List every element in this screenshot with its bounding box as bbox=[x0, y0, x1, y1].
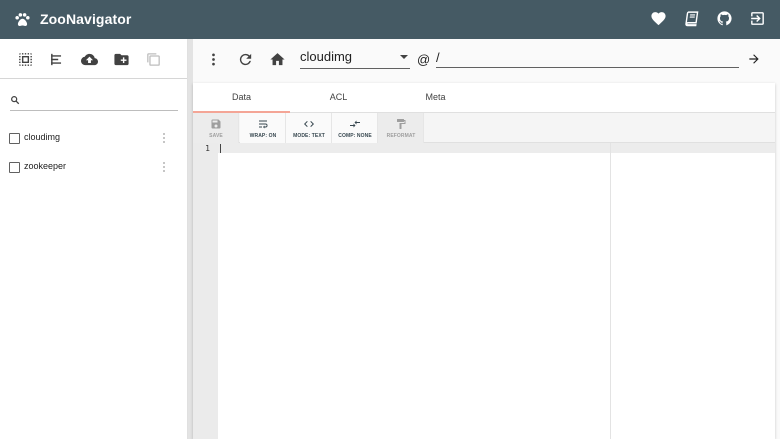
tree-panel: cloudimg zookeeper bbox=[0, 39, 188, 439]
mode-button[interactable]: MODE: TEXT bbox=[286, 113, 332, 143]
more-vert-icon[interactable] bbox=[161, 161, 167, 173]
logout-icon[interactable] bbox=[749, 10, 766, 27]
tab-data[interactable]: Data bbox=[193, 83, 290, 113]
wrap-text-icon bbox=[259, 120, 268, 129]
text-cursor bbox=[220, 144, 221, 153]
reformat-label: REFORMAT bbox=[386, 133, 416, 139]
search-input[interactable] bbox=[26, 91, 176, 109]
new-folder-icon[interactable] bbox=[113, 51, 130, 68]
node-checkbox[interactable] bbox=[9, 133, 20, 144]
mode-label: MODE: TEXT bbox=[293, 133, 325, 139]
at-separator: @ bbox=[417, 52, 431, 67]
heart-icon[interactable] bbox=[650, 10, 667, 27]
copy-icon[interactable] bbox=[145, 51, 162, 68]
node-label[interactable]: cloudimg bbox=[24, 132, 60, 142]
compression-button[interactable]: COMP: NONE bbox=[332, 113, 378, 143]
editor-toolbar: SAVE WRAP: ON MODE: TEXT COMP: NONE REFO… bbox=[193, 113, 775, 143]
search-icon bbox=[11, 96, 20, 105]
compare-arrows-icon bbox=[350, 120, 360, 128]
more-vert-icon[interactable] bbox=[205, 51, 222, 68]
save-icon bbox=[211, 119, 221, 129]
line-number: 1 bbox=[205, 144, 210, 153]
app-title: ZooNavigator bbox=[40, 11, 132, 27]
reformat-button[interactable]: REFORMAT bbox=[378, 113, 424, 143]
refresh-icon[interactable] bbox=[237, 51, 254, 68]
format-paint-icon bbox=[397, 119, 406, 129]
tab-meta[interactable]: Meta bbox=[387, 83, 484, 113]
tab-bar: Data ACL Meta bbox=[193, 83, 775, 113]
compression-label: COMP: NONE bbox=[338, 133, 372, 139]
wrap-button[interactable]: WRAP: ON bbox=[240, 113, 286, 143]
code-icon bbox=[304, 121, 314, 127]
book-icon[interactable] bbox=[683, 10, 700, 27]
node-editor-card: Data ACL Meta SAVE WRAP: ON MODE: TEXT C… bbox=[193, 83, 775, 439]
tab-acl[interactable]: ACL bbox=[290, 83, 387, 113]
print-margin bbox=[610, 143, 611, 439]
sort-icon[interactable] bbox=[49, 51, 66, 68]
path-input[interactable] bbox=[436, 47, 739, 68]
save-button[interactable]: SAVE bbox=[193, 113, 239, 143]
node-label[interactable]: zookeeper bbox=[24, 161, 66, 171]
node-checkbox[interactable] bbox=[9, 162, 20, 173]
more-vert-icon[interactable] bbox=[161, 132, 167, 144]
tree-node[interactable]: cloudimg bbox=[9, 128, 179, 148]
search-field bbox=[10, 89, 178, 111]
select-all-icon[interactable] bbox=[17, 51, 34, 68]
github-icon[interactable] bbox=[716, 10, 733, 27]
tree-toolbar bbox=[0, 39, 187, 79]
save-label: SAVE bbox=[209, 133, 223, 139]
active-line bbox=[218, 143, 775, 153]
wrap-label: WRAP: ON bbox=[249, 133, 277, 139]
line-gutter: 1 bbox=[193, 143, 218, 439]
arrow-forward-icon[interactable] bbox=[747, 52, 761, 66]
home-icon[interactable] bbox=[269, 51, 286, 68]
app-toolbar: ZooNavigator bbox=[0, 0, 780, 39]
connection-select[interactable]: cloudimg bbox=[300, 47, 410, 69]
connection-value: cloudimg bbox=[300, 49, 353, 64]
dropdown-arrow-icon bbox=[400, 55, 408, 59]
cloud-upload-icon[interactable] bbox=[81, 51, 98, 68]
paw-icon bbox=[15, 13, 30, 26]
tree-node[interactable]: zookeeper bbox=[9, 157, 179, 177]
path-bar: cloudimg @ bbox=[193, 39, 780, 79]
code-editor[interactable]: 1 bbox=[193, 143, 775, 439]
